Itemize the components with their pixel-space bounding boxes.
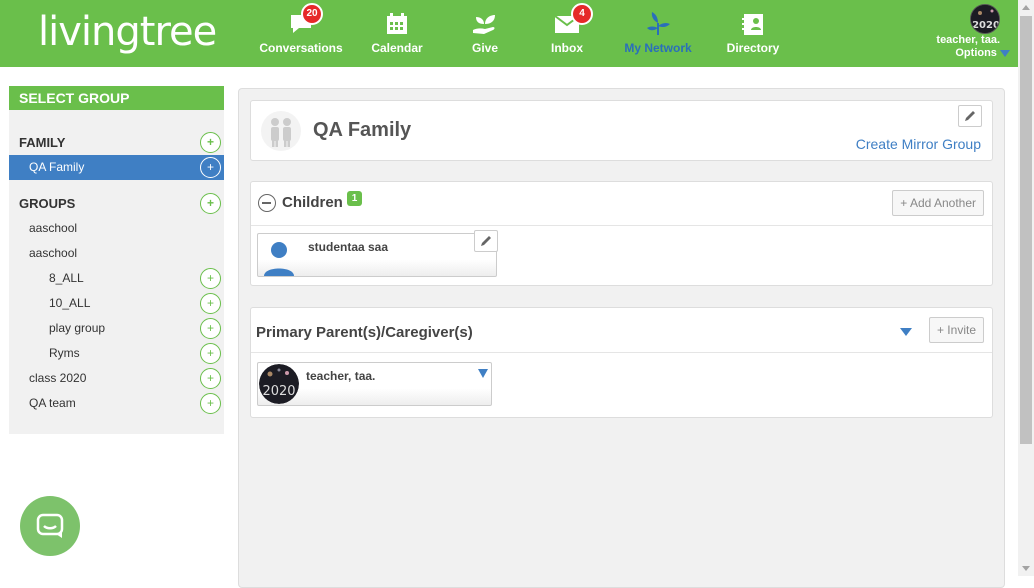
family-heading-label: FAMILY bbox=[19, 135, 66, 150]
nav-give[interactable]: Give bbox=[460, 0, 510, 67]
sidebar-item-label: QA team bbox=[29, 396, 76, 410]
nav-conversations[interactable]: 20 Conversations bbox=[259, 0, 343, 67]
nav-my-network-label: My Network bbox=[624, 41, 692, 55]
parent-name: teacher, taa. bbox=[306, 369, 376, 383]
user-menu[interactable]: 2020 teacher, taa. Options bbox=[920, 4, 1010, 64]
edit-child-button[interactable] bbox=[474, 230, 498, 252]
child-member-card[interactable]: studentaa saa bbox=[257, 230, 498, 277]
avatar-2020-image: 2020 bbox=[971, 5, 1000, 33]
children-divider bbox=[251, 225, 992, 226]
options-label: Options bbox=[955, 47, 997, 59]
parent-options-arrow-icon[interactable] bbox=[478, 369, 488, 378]
pencil-icon bbox=[965, 111, 975, 121]
add-to-ryms-button[interactable]: + bbox=[200, 343, 221, 364]
sidebar-item-label: QA Family bbox=[29, 160, 85, 174]
logo-text: livingtree bbox=[38, 9, 217, 55]
sidebar-item-label: aaschool bbox=[29, 221, 78, 235]
sidebar-item-ryms[interactable]: Ryms + bbox=[9, 341, 224, 366]
add-to-qa-team-button[interactable]: + bbox=[200, 393, 221, 414]
parents-card: Primary Parent(s)/Caregiver(s) + Invite … bbox=[250, 307, 993, 418]
main-content-panel: QA Family Create Mirror Group Children 1… bbox=[238, 88, 1005, 588]
user-name: teacher, taa. bbox=[936, 34, 1000, 46]
sidebar-item-label: Ryms bbox=[49, 346, 80, 360]
add-to-10-all-button[interactable]: + bbox=[200, 293, 221, 314]
invite-button[interactable]: + Invite bbox=[928, 317, 984, 343]
groups-section-heading: GROUPS + bbox=[9, 191, 224, 216]
livingtree-logo[interactable]: livingtree bbox=[38, 9, 217, 55]
nav-directory-label: Directory bbox=[726, 41, 780, 55]
sidebar-item-aaschool[interactable]: aaschool bbox=[9, 216, 224, 241]
children-count-badge: 1 bbox=[347, 191, 362, 206]
select-group-header: SELECT GROUP bbox=[9, 86, 224, 110]
add-to-qa-family-button[interactable]: + bbox=[200, 157, 221, 178]
nav-my-network[interactable]: My Network bbox=[624, 0, 692, 67]
sidebar-item-8-all[interactable]: 8_ALL + bbox=[9, 266, 224, 291]
svg-text:2020: 2020 bbox=[262, 384, 295, 399]
add-to-8-all-button[interactable]: + bbox=[200, 268, 221, 289]
user-avatar[interactable]: 2020 bbox=[970, 4, 1000, 34]
top-navigation-bar: livingtree 20 Conversations Calendar Giv… bbox=[0, 0, 1018, 67]
groups-heading-label: GROUPS bbox=[19, 196, 76, 211]
scrollbar-thumb[interactable] bbox=[1020, 16, 1032, 444]
conversations-badge: 20 bbox=[301, 3, 323, 25]
calendar-icon bbox=[387, 13, 407, 34]
add-to-play-group-button[interactable]: + bbox=[200, 318, 221, 339]
add-to-class-2020-button[interactable]: + bbox=[200, 368, 221, 389]
page-scrollbar[interactable] bbox=[1018, 0, 1034, 576]
nav-conversations-label: Conversations bbox=[259, 41, 343, 55]
parents-divider bbox=[251, 352, 992, 353]
edit-family-button[interactable] bbox=[958, 105, 982, 127]
sidebar-item-10-all[interactable]: 10_ALL + bbox=[9, 291, 224, 316]
nav-give-label: Give bbox=[471, 41, 498, 55]
parents-expand-arrow-icon[interactable] bbox=[900, 328, 912, 336]
create-mirror-group-link[interactable]: Create Mirror Group bbox=[856, 136, 981, 152]
chat-icon bbox=[36, 513, 64, 538]
sidebar-item-label: aaschool bbox=[29, 246, 78, 260]
sidebar-item-label: 10_ALL bbox=[49, 296, 91, 310]
children-card: Children 1 + Add Another studentaa saa bbox=[250, 181, 993, 286]
pencil-icon bbox=[481, 236, 491, 246]
options-arrow-icon bbox=[1000, 49, 1010, 57]
sidebar-item-qa-team[interactable]: QA team + bbox=[9, 391, 224, 416]
family-name-title: QA Family bbox=[313, 119, 412, 141]
network-plant-icon bbox=[647, 12, 670, 35]
nav-inbox[interactable]: 4 Inbox bbox=[547, 0, 593, 67]
chat-launcher-button[interactable] bbox=[20, 496, 80, 556]
scroll-up-arrow-icon[interactable] bbox=[1022, 5, 1030, 10]
children-title: Children bbox=[282, 194, 343, 211]
nav-calendar[interactable]: Calendar bbox=[367, 0, 427, 67]
parent-member-card[interactable]: 2020 teacher, taa. bbox=[257, 362, 492, 406]
add-group-button[interactable]: + bbox=[200, 193, 221, 214]
sidebar-item-play-group[interactable]: play group + bbox=[9, 316, 224, 341]
group-sidebar: SELECT GROUP FAMILY + QA Family + GROUPS… bbox=[9, 86, 224, 434]
inbox-badge: 4 bbox=[571, 3, 593, 25]
child-name: studentaa saa bbox=[308, 240, 389, 254]
options-dropdown[interactable]: Options bbox=[955, 47, 1010, 59]
give-hand-icon bbox=[473, 15, 495, 34]
parent-avatar-image: 2020 bbox=[259, 364, 299, 404]
nav-directory[interactable]: Directory bbox=[727, 0, 779, 67]
default-avatar-icon bbox=[264, 242, 294, 276]
add-another-button[interactable]: + Add Another bbox=[892, 190, 984, 216]
sidebar-item-qa-family[interactable]: QA Family + bbox=[9, 155, 224, 180]
svg-text:2020: 2020 bbox=[972, 20, 1000, 31]
sidebar-item-label: 8_ALL bbox=[49, 271, 84, 285]
sidebar-item-label: class 2020 bbox=[29, 371, 87, 385]
family-people-icon bbox=[271, 118, 291, 147]
family-icon bbox=[261, 111, 301, 151]
scroll-down-arrow-icon[interactable] bbox=[1022, 566, 1030, 571]
parents-title: Primary Parent(s)/Caregiver(s) bbox=[256, 324, 473, 341]
sidebar-item-class-2020[interactable]: class 2020 + bbox=[9, 366, 224, 391]
family-header-card: QA Family Create Mirror Group bbox=[250, 100, 993, 161]
family-section-heading: FAMILY + bbox=[9, 130, 224, 155]
directory-icon bbox=[742, 14, 763, 35]
sidebar-item-aaschool-2[interactable]: aaschool bbox=[9, 241, 224, 266]
sidebar-item-label: play group bbox=[49, 321, 106, 335]
add-family-button[interactable]: + bbox=[200, 132, 221, 153]
nav-inbox-label: Inbox bbox=[551, 41, 583, 55]
nav-calendar-label: Calendar bbox=[371, 41, 423, 55]
collapse-children-icon[interactable] bbox=[258, 194, 276, 212]
